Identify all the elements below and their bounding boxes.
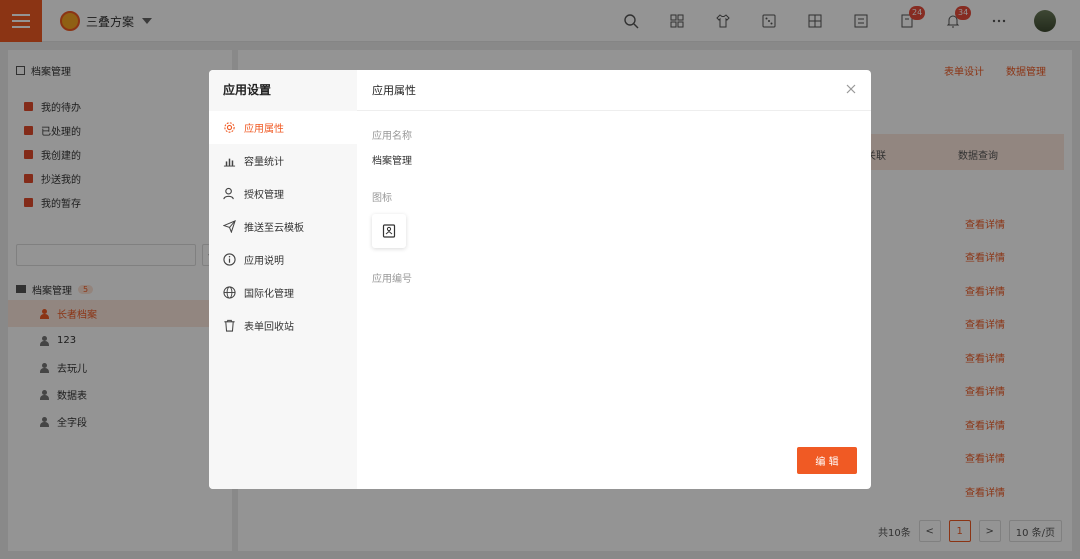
nav-item-app-properties[interactable]: 应用属性	[209, 111, 357, 144]
nav-item-label: 推送至云模板	[244, 223, 304, 234]
close-icon[interactable]	[845, 83, 857, 95]
nav-item-recycle-bin[interactable]: 表单回收站	[209, 309, 357, 342]
app-name-value: 档案管理	[372, 156, 412, 167]
app-settings-modal: 应用设置 应用属性 容量统计 授权管理 推送至云模板 应用说明 国际化管理 表单…	[209, 70, 871, 489]
nav-item-label: 应用属性	[244, 124, 284, 135]
nav-item-push-template[interactable]: 推送至云模板	[209, 210, 357, 243]
nav-item-i18n[interactable]: 国际化管理	[209, 276, 357, 309]
nav-item-label: 国际化管理	[244, 289, 294, 300]
nav-item-capacity[interactable]: 容量统计	[209, 144, 357, 177]
trash-icon	[224, 319, 235, 332]
user-icon	[223, 187, 234, 200]
bar-chart-icon	[223, 158, 236, 167]
modal-main: 应用属性 应用名称 档案管理 图标 应用编号 编 辑	[357, 70, 871, 489]
nav-item-label: 应用说明	[244, 256, 284, 267]
app-code-label: 应用编号	[372, 274, 412, 285]
globe-icon	[223, 286, 236, 299]
section-title: 应用属性	[357, 70, 871, 111]
edit-button[interactable]: 编 辑	[797, 447, 857, 474]
nav-item-label: 容量统计	[244, 157, 284, 168]
paper-plane-icon	[223, 220, 236, 233]
icon-label: 图标	[372, 193, 392, 204]
info-icon	[223, 253, 236, 266]
nav-item-label: 表单回收站	[244, 322, 294, 333]
gear-icon	[224, 122, 235, 133]
modal-sidebar: 应用设置 应用属性 容量统计 授权管理 推送至云模板 应用说明 国际化管理 表单…	[209, 70, 357, 489]
archive-icon	[382, 224, 396, 238]
app-icon-preview	[372, 214, 406, 248]
app-name-label: 应用名称	[372, 131, 412, 142]
nav-item-description[interactable]: 应用说明	[209, 243, 357, 276]
modal-title: 应用设置	[223, 83, 272, 97]
nav-item-label: 授权管理	[244, 190, 284, 201]
nav-item-authorization[interactable]: 授权管理	[209, 177, 357, 210]
